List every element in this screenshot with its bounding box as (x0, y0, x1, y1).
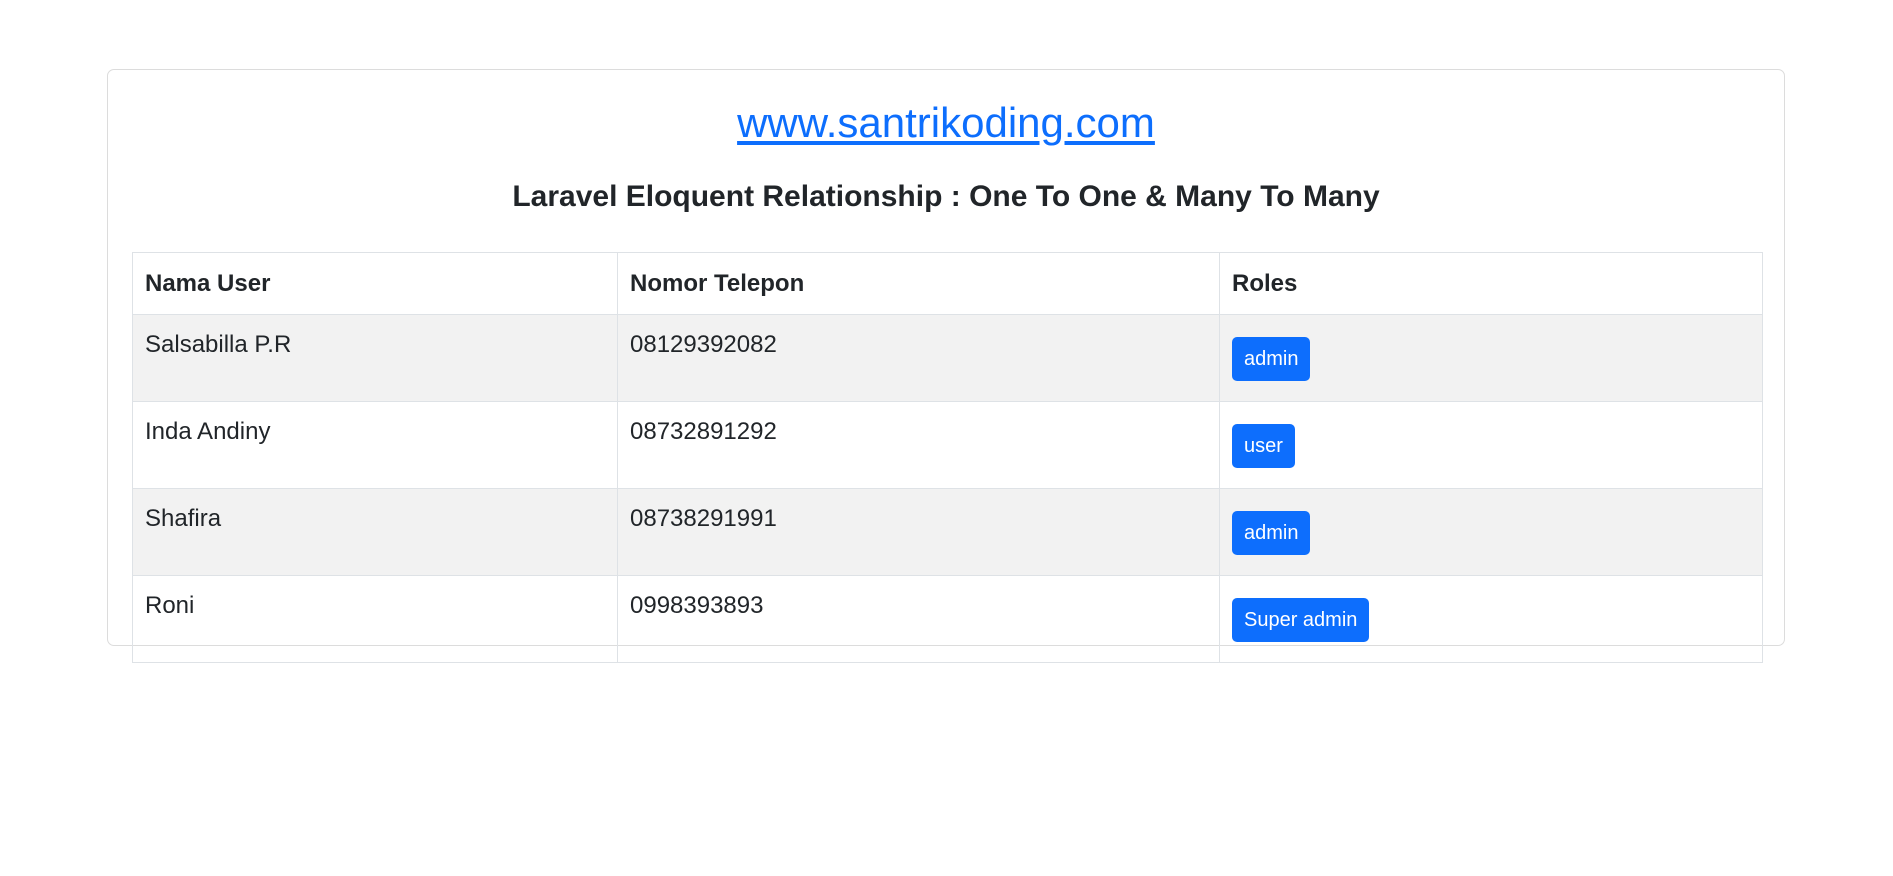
role-badge: admin (1232, 337, 1311, 381)
role-badge: Super admin (1232, 598, 1370, 642)
users-table: Nama User Nomor Telepon Roles Salsabilla… (132, 252, 1763, 663)
column-header-name: Nama User (132, 252, 618, 315)
role-badge: user (1232, 424, 1295, 468)
user-roles-cell: user (1219, 401, 1763, 489)
site-header: www.santrikoding.com (108, 98, 1784, 148)
main-card: www.santrikoding.com Laravel Eloquent Re… (107, 69, 1785, 663)
user-roles-cell: Super admin (1219, 575, 1763, 663)
user-roles-cell: admin (1219, 314, 1763, 402)
table-row: Roni 0998393893 Super admin (132, 575, 1763, 663)
user-phone-cell: 08732891292 (617, 401, 1220, 489)
user-name-cell: Salsabilla P.R (132, 314, 618, 402)
table-row: Inda Andiny 08732891292 user (132, 401, 1763, 489)
column-header-phone: Nomor Telepon (617, 252, 1220, 315)
role-badge: admin (1232, 511, 1311, 555)
column-header-roles: Roles (1219, 252, 1763, 315)
user-phone-cell: 08129392082 (617, 314, 1220, 402)
site-link[interactable]: www.santrikoding.com (737, 99, 1155, 146)
table-body: Salsabilla P.R 08129392082 admin Inda An… (132, 314, 1763, 663)
table-row: Salsabilla P.R 08129392082 admin (132, 314, 1763, 402)
user-phone-cell: 08738291991 (617, 488, 1220, 576)
user-name-cell: Shafira (132, 488, 618, 576)
user-name-cell: Roni (132, 575, 618, 663)
table-header-row: Nama User Nomor Telepon Roles (132, 252, 1763, 315)
users-table-wrapper: Nama User Nomor Telepon Roles Salsabilla… (132, 252, 1763, 663)
page-subtitle: Laravel Eloquent Relationship : One To O… (512, 180, 1380, 213)
user-name-cell: Inda Andiny (132, 401, 618, 489)
table-row: Shafira 08738291991 admin (132, 488, 1763, 576)
user-phone-cell: 0998393893 (617, 575, 1220, 663)
table-header: Nama User Nomor Telepon Roles (132, 252, 1763, 315)
user-roles-cell: admin (1219, 488, 1763, 576)
